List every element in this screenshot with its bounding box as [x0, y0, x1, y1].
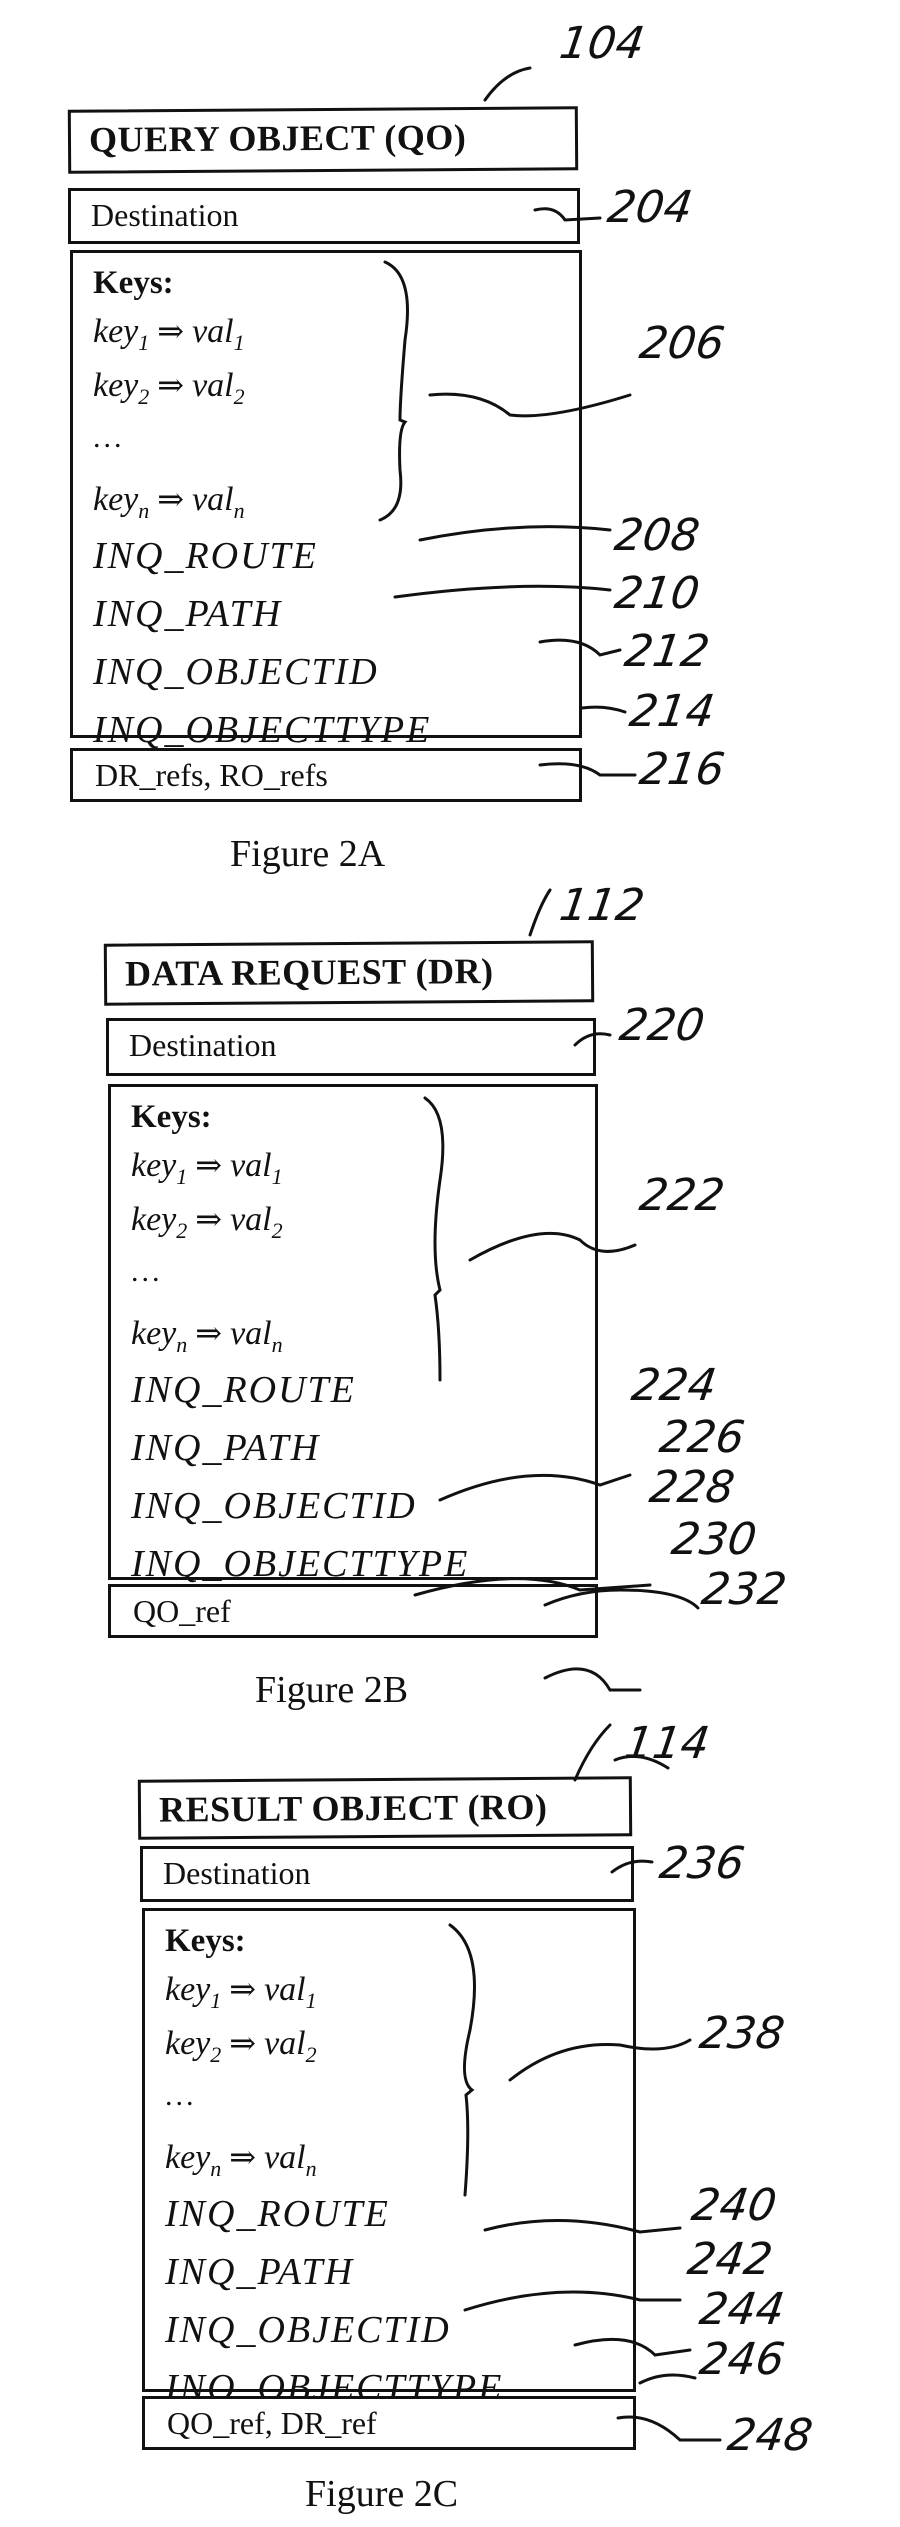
key-value-entry: keyn ⇒ valn	[165, 2139, 317, 2181]
figure-caption: Figure 2B	[255, 1669, 409, 1711]
keys-label: Keys:	[165, 1923, 246, 1959]
leader-inq-objecttype	[580, 705, 627, 714]
ref-number-object: 104	[556, 18, 648, 69]
ref-number-inq-objecttype: 246	[696, 2334, 788, 2385]
ellipsis: ...	[93, 421, 125, 454]
ref-number-object: 114	[621, 1718, 713, 1769]
ref-number-inq-path: 210	[611, 568, 703, 619]
object-header: QUERY OBJECT (QO)	[67, 106, 579, 174]
key-value-entry: key1 ⇒ val1	[131, 1147, 283, 1189]
inq-objectid-field: INQ_OBJECTID	[93, 651, 379, 693]
keys-section: Keys: key1 ⇒ val1 key2 ⇒ val2 ... keyn ⇒ valn …	[70, 250, 582, 749]
key-value-entry: key2 ⇒ val2	[131, 1201, 283, 1243]
key-value-entry: key1 ⇒ val1	[165, 1971, 317, 2013]
leader-object	[483, 66, 532, 102]
refs-field: QO_ref	[108, 1584, 598, 1638]
key-value-entry: keyn ⇒ valn	[93, 481, 245, 523]
inq-route-field: INQ_ROUTE	[93, 535, 318, 577]
ref-number-inq-objectid: 228	[646, 1462, 738, 1513]
refs-field: QO_ref, DR_ref	[142, 2396, 636, 2450]
destination-field: Destination	[68, 188, 580, 244]
ref-number-keys: 206	[636, 318, 728, 369]
leader-object	[573, 1723, 612, 1782]
inq-route-field: INQ_ROUTE	[165, 2193, 390, 2235]
keys-label: Keys:	[93, 265, 174, 301]
leader-inq-objecttype	[638, 2373, 697, 2385]
ref-number-inq-objecttype: 230	[668, 1514, 760, 1565]
ref-number-destination: 236	[656, 1838, 748, 1889]
ref-number-inq-objectid: 212	[621, 626, 713, 677]
key-value-entry: key2 ⇒ val2	[93, 367, 245, 409]
ref-number-inq-route: 240	[688, 2180, 780, 2231]
inq-route-field: INQ_ROUTE	[131, 1369, 356, 1411]
ref-number-inq-objectid: 244	[696, 2284, 788, 2335]
ref-number-keys: 238	[696, 2008, 788, 2059]
inq-path-field: INQ_PATH	[93, 593, 283, 635]
object-header: DATA REQUEST (DR)	[103, 940, 595, 1006]
inq-path-field: INQ_PATH	[165, 2251, 355, 2293]
ref-number-inq-path: 242	[684, 2234, 776, 2285]
ref-number-object: 112	[556, 880, 648, 931]
key-value-entry: key2 ⇒ val2	[165, 2025, 317, 2067]
ref-number-refs: 248	[724, 2410, 816, 2461]
ref-number-inq-objecttype: 214	[626, 686, 718, 737]
ref-number-inq-route: 208	[611, 510, 703, 561]
ref-number-destination: 204	[604, 182, 696, 233]
inq-objectid-field: INQ_OBJECTID	[165, 2309, 451, 2351]
inq-path-field: INQ_PATH	[131, 1427, 321, 1469]
inq-objectid-field: INQ_OBJECTID	[131, 1485, 417, 1527]
key-value-entry: keyn ⇒ valn	[131, 1315, 283, 1357]
ref-number-inq-path: 226	[656, 1412, 748, 1463]
leader-inq-objectid	[543, 1667, 642, 1692]
ref-number-inq-route: 224	[628, 1360, 720, 1411]
ref-number-keys: 222	[636, 1170, 728, 1221]
figure-caption: Figure 2A	[230, 833, 386, 875]
refs-field: DR_refs, RO_refs	[70, 748, 582, 802]
keys-section: Keys: key1 ⇒ val1 key2 ⇒ val2 ... keyn ⇒ valn …	[142, 1908, 636, 2407]
ref-number-destination: 220	[616, 1000, 708, 1051]
keys-section: Keys: key1 ⇒ val1 key2 ⇒ val2 ... keyn ⇒ valn …	[108, 1084, 598, 1583]
object-header: RESULT OBJECT (RO)	[137, 1776, 633, 1840]
ref-number-refs: 232	[698, 1564, 790, 1615]
ellipsis: ...	[131, 1255, 163, 1288]
keys-label: Keys:	[131, 1099, 212, 1135]
leader-object	[528, 888, 552, 937]
destination-field: Destination	[140, 1846, 634, 1902]
key-value-entry: key1 ⇒ val1	[93, 313, 245, 355]
destination-field: Destination	[106, 1018, 596, 1076]
ref-number-refs: 216	[636, 744, 728, 795]
figure-caption: Figure 2C	[305, 2473, 459, 2515]
ellipsis: ...	[165, 2079, 197, 2112]
